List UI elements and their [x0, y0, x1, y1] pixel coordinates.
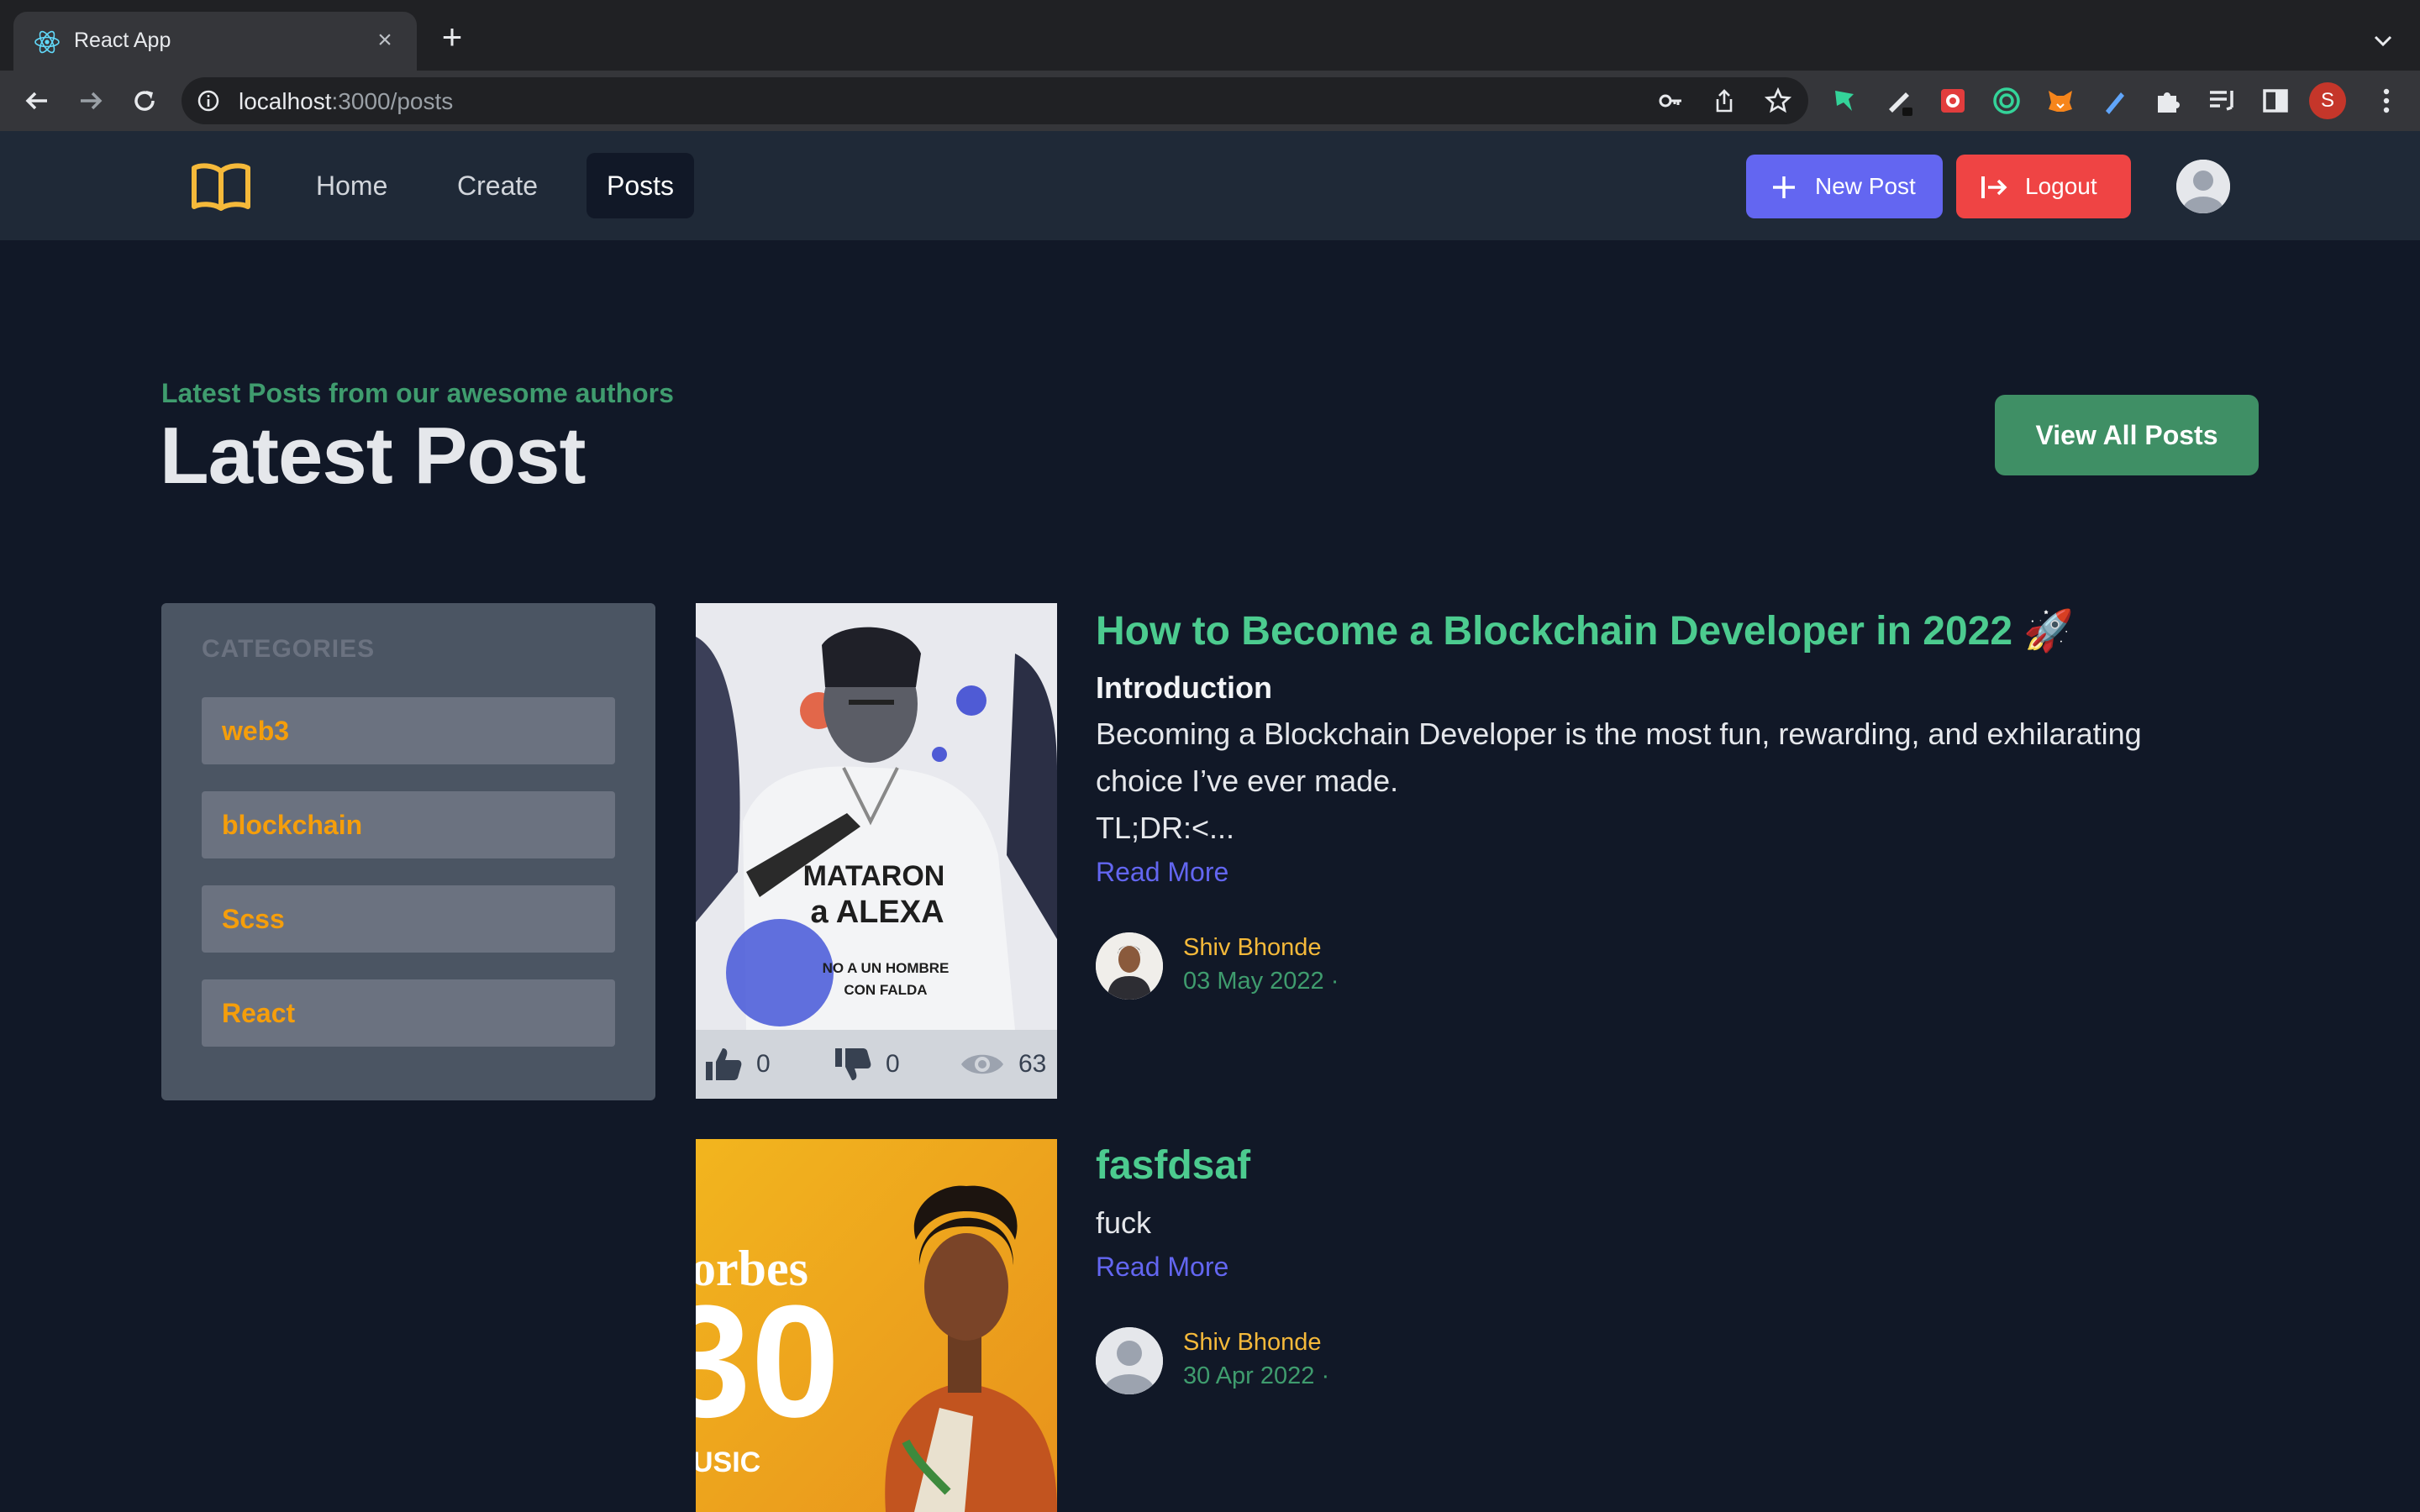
cover-text-line: USIC [696, 1446, 760, 1478]
excerpt-line: choice I’ve ever made. [1096, 764, 1399, 798]
nav-link-home[interactable]: Home [296, 153, 408, 218]
shirt-text-line: CON FALDA [844, 982, 927, 998]
page-title: Latest Post [160, 411, 586, 501]
open-book-logo-icon[interactable] [190, 161, 252, 212]
categories-panel: CATEGORIES web3 blockchain Scss React [161, 603, 655, 1100]
nav-link-create[interactable]: Create [437, 153, 558, 218]
new-post-label: New Post [1815, 173, 1916, 199]
react-logo-icon [34, 30, 60, 54]
logout-icon [1981, 176, 2007, 198]
categories-title: CATEGORIES [202, 635, 376, 663]
read-more-link[interactable]: Read More [1096, 1252, 1228, 1283]
browser-tab[interactable]: React App × [13, 12, 417, 71]
site-info-icon[interactable] [197, 89, 220, 113]
shirt-text-line: a ALEXA [810, 895, 944, 930]
post-date: 03 May 2022 · [1183, 968, 1339, 995]
extension-marker-icon[interactable] [2097, 84, 2131, 118]
browser-toolbar: localhost:3000/posts S [0, 71, 2420, 131]
back-icon[interactable] [20, 84, 54, 118]
dislike-count: 0 [886, 1050, 900, 1078]
post-cover-photo: orbes 30 USIC [696, 1139, 1057, 1512]
author-name[interactable]: Shiv Bhonde [1183, 1329, 1321, 1357]
author-avatar[interactable] [1096, 1327, 1163, 1394]
category-item[interactable]: React [202, 979, 615, 1047]
bookmark-star-icon[interactable] [1765, 87, 1791, 114]
tab-title: React App [74, 29, 171, 52]
extension-target-icon[interactable] [1990, 84, 2023, 118]
author-photo [1096, 932, 1163, 1000]
browser-menu-icon[interactable] [2370, 84, 2403, 118]
category-item[interactable]: web3 [202, 697, 615, 764]
author-avatar[interactable] [1096, 932, 1163, 1000]
post-excerpt: fuck [1096, 1200, 2188, 1247]
address-bar[interactable]: localhost:3000/posts [182, 77, 1808, 124]
chevron-down-icon[interactable] [2368, 25, 2398, 55]
user-avatar[interactable] [2176, 160, 2230, 213]
post-title[interactable]: How to Become a Blockchain Developer in … [1096, 606, 2074, 654]
key-icon[interactable] [1657, 87, 1684, 114]
extension-bird-icon[interactable] [1828, 84, 1862, 118]
read-more-link[interactable]: Read More [1096, 857, 1228, 888]
reload-icon[interactable] [128, 84, 161, 118]
default-user-icon [1096, 1327, 1163, 1394]
thumbs-down-icon [835, 1048, 871, 1080]
post-cover-image[interactable]: orbes 30 USIC [696, 1139, 1057, 1512]
forward-icon[interactable] [74, 84, 108, 118]
url-text: localhost:3000/posts [239, 88, 454, 114]
excerpt-line: TL;DR:<... [1096, 811, 1235, 845]
category-item[interactable]: Scss [202, 885, 615, 953]
new-tab-icon[interactable]: + [435, 19, 469, 55]
shirt-text-line: NO A UN HOMBRE [823, 960, 950, 976]
plus-icon [1773, 176, 1795, 198]
side-panel-icon[interactable] [2259, 84, 2292, 118]
close-tab-icon[interactable]: × [368, 24, 402, 57]
excerpt-line: Becoming a Blockchain Developer is the m… [1096, 717, 2142, 751]
new-post-button[interactable]: New Post [1746, 155, 1943, 218]
eye-icon [961, 1054, 1003, 1074]
app-navbar: Home Create Posts New Post Logout [0, 131, 2420, 240]
logout-button[interactable]: Logout [1956, 155, 2131, 218]
extension-bug-icon[interactable] [1936, 84, 1970, 118]
post-subtitle: Introduction [1096, 670, 1272, 705]
post-date: 30 Apr 2022 · [1183, 1362, 1330, 1389]
logout-label: Logout [2025, 173, 2097, 199]
section-eyebrow: Latest Posts from our awesome authors [161, 378, 674, 408]
browser-profile-avatar[interactable]: S [2309, 82, 2346, 119]
view-count: 63 [1018, 1050, 1047, 1078]
post-cover-image[interactable]: MATARON a ALEXA NO A UN HOMBRE CON FALDA [696, 603, 1057, 1030]
post-title[interactable]: fasfdsaf [1096, 1142, 1250, 1189]
share-icon[interactable] [1711, 87, 1738, 114]
cover-text-line: 30 [696, 1273, 839, 1451]
shirt-text-line: MATARON [803, 860, 945, 892]
post-cover-photo: MATARON a ALEXA NO A UN HOMBRE CON FALDA [696, 603, 1057, 1030]
browser-tabstrip: React App × + [0, 0, 2420, 71]
excerpt-line: fuck [1096, 1205, 1152, 1240]
thumbs-up-icon [706, 1048, 742, 1080]
like-count: 0 [756, 1050, 771, 1078]
post-stats-bar: 0 0 63 [696, 1030, 1057, 1099]
author-name[interactable]: Shiv Bhonde [1183, 934, 1321, 962]
category-item[interactable]: blockchain [202, 791, 615, 858]
extension-pen-icon[interactable] [1882, 84, 1916, 118]
metamask-fox-icon[interactable] [2044, 84, 2077, 118]
extensions-puzzle-icon[interactable] [2151, 84, 2185, 118]
nav-link-posts[interactable]: Posts [587, 153, 695, 218]
view-all-posts-button[interactable]: View All Posts [1995, 395, 2259, 475]
reading-list-icon[interactable] [2205, 84, 2238, 118]
post-excerpt: Becoming a Blockchain Developer is the m… [1096, 711, 2188, 852]
default-user-icon [2176, 160, 2230, 213]
